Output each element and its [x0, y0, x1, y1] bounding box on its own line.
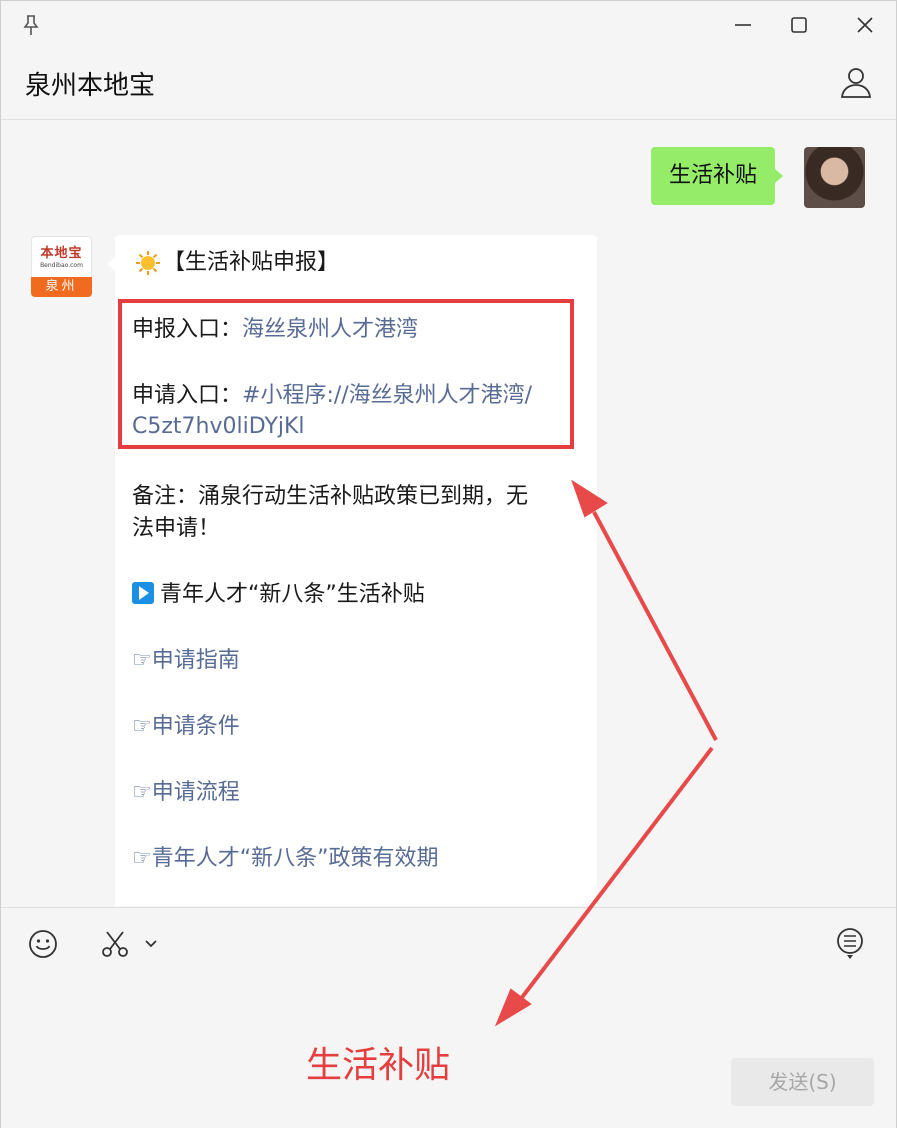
- minimize-icon[interactable]: [729, 11, 757, 39]
- note-line-1: 备注：涌泉行动生活补贴政策已到期，无: [132, 484, 529, 509]
- chevron-down-icon[interactable]: [143, 936, 159, 952]
- entry1-label: 申报入口：: [132, 317, 243, 342]
- note-line-2: 法申请！: [132, 516, 221, 541]
- link-validity[interactable]: ☞青年人才“新八条”政策有效期: [132, 844, 439, 874]
- entry2-link[interactable]: #小程序://海丝泉州人才港湾/: [242, 383, 532, 408]
- bot-message-header: 【生活补贴申报】: [163, 250, 340, 275]
- play-icon: [132, 582, 154, 604]
- annotation-caption: 生活补贴: [306, 1045, 451, 1086]
- my-avatar[interactable]: [804, 147, 865, 208]
- bot-avatar-subtext: Bendibao.com: [40, 262, 83, 269]
- entry1-line: 申报入口：海丝泉州人才港湾: [132, 315, 418, 345]
- chat-window: 泉州本地宝 生活补贴 本地宝 Bendibao.com 泉州 【生活补贴申报】 …: [0, 0, 897, 1128]
- chat-history-icon[interactable]: [835, 926, 865, 960]
- profile-icon[interactable]: [839, 65, 873, 99]
- chat-area[interactable]: 生活补贴 本地宝 Bendibao.com 泉州 【生活补贴申报】 申报入口：海…: [1, 120, 896, 906]
- entry2-link-cont[interactable]: C5zt7hv0liDYjKl: [132, 412, 305, 442]
- chat-title: 泉州本地宝: [25, 71, 156, 101]
- link-conditions[interactable]: ☞申请条件: [132, 712, 240, 742]
- bot-avatar-logo: 本地宝: [40, 246, 83, 261]
- section-title-text: 青年人才“新八条”生活补贴: [160, 582, 425, 607]
- link-guide[interactable]: ☞申请指南: [132, 646, 240, 676]
- send-button[interactable]: 发送(S): [731, 1058, 874, 1106]
- entry2-line: 申请入口：#小程序://海丝泉州人才港湾/: [132, 381, 532, 411]
- bot-avatar-city: 泉州: [31, 277, 92, 297]
- section-title: 青年人才“新八条”生活补贴: [132, 580, 425, 610]
- entry1-link[interactable]: 海丝泉州人才港湾: [242, 317, 418, 342]
- bot-avatar[interactable]: 本地宝 Bendibao.com 泉州: [31, 236, 92, 297]
- pin-icon[interactable]: [19, 13, 43, 37]
- input-area[interactable]: 发送(S): [1, 907, 896, 1128]
- emoji-icon[interactable]: [27, 928, 59, 960]
- link-process[interactable]: ☞申请流程: [132, 778, 240, 808]
- scissors-icon[interactable]: [99, 928, 131, 960]
- bot-message-bubble: 【生活补贴申报】 申报入口：海丝泉州人才港湾 申请入口：#小程序://海丝泉州人…: [107, 235, 597, 906]
- close-icon[interactable]: [851, 11, 879, 39]
- title-bar: 泉州本地宝: [1, 1, 896, 120]
- sun-icon: [136, 251, 160, 275]
- entry2-label: 申请入口：: [132, 383, 243, 408]
- maximize-icon[interactable]: [785, 11, 813, 39]
- my-message-bubble[interactable]: 生活补贴: [651, 147, 784, 205]
